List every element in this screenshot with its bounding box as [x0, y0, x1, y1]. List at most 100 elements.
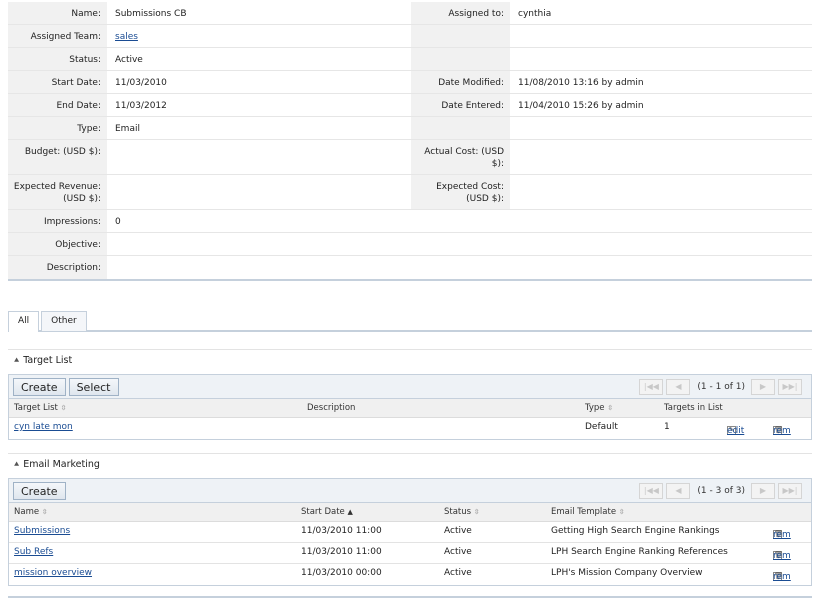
- first-page-icon[interactable]: |◀◀: [639, 379, 664, 395]
- detail-row-expected: Expected Revenue: (USD $): Expected Cost…: [8, 175, 812, 210]
- select-target-list-button[interactable]: Select: [68, 377, 119, 396]
- field-label: Description:: [8, 256, 107, 279]
- email-marketing-name-link[interactable]: mission overview: [14, 568, 92, 578]
- field-label: Assigned to:: [411, 2, 510, 24]
- prev-page-icon[interactable]: ◀: [666, 483, 691, 499]
- field-label: End Date:: [8, 94, 107, 116]
- field-value-type: Email: [115, 124, 140, 134]
- field-value-empty: [510, 48, 812, 70]
- page-count: (1 - 1 of 1): [697, 382, 745, 392]
- start-date: 11/03/2010 11:00: [301, 547, 382, 557]
- column-header-status[interactable]: Status ⇳: [444, 507, 480, 517]
- field-label: Name:: [8, 2, 107, 24]
- start-date: 11/03/2010 11:00: [301, 526, 382, 536]
- table-row: Submissions 11/03/2010 11:00 Active Gett…: [9, 522, 811, 543]
- table-row: Sub Refs 11/03/2010 11:00 Active LPH Sea…: [9, 543, 811, 564]
- create-target-list-button[interactable]: Create: [13, 377, 66, 396]
- field-label-empty: [411, 117, 510, 139]
- detail-row-name: Name: Submissions CB Assigned to: cynthi…: [8, 2, 812, 25]
- email-template: LPH's Mission Company Overview: [551, 568, 703, 578]
- sort-arrows-icon: ⇳: [41, 508, 48, 516]
- detail-row-end-date: End Date: 11/03/2012 Date Entered: 11/04…: [8, 94, 812, 117]
- pagination: |◀◀ ◀ (1 - 3 of 3) ▶ ▶▶|: [639, 483, 805, 499]
- column-header-targets-in-list: Targets in List: [664, 403, 723, 413]
- detail-row-type: Type: Email: [8, 117, 812, 140]
- field-value-status: Active: [115, 55, 143, 65]
- double-chevron-up-icon[interactable]: ⯅: [13, 460, 20, 470]
- email-marketing-name-link[interactable]: Sub Refs: [14, 547, 53, 557]
- target-list-table-header: Target List ⇳ Description Type ⇳ Targets…: [9, 399, 811, 418]
- field-value-expected-revenue: [107, 175, 411, 209]
- field-label: Expected Cost: (USD $):: [411, 175, 510, 209]
- field-value-expected-cost: [510, 175, 812, 209]
- field-value-name: Submissions CB: [115, 9, 187, 19]
- next-page-icon[interactable]: ▶: [751, 379, 775, 395]
- email-template: Getting High Search Engine Rankings: [551, 526, 720, 536]
- target-list-type: Default: [585, 422, 618, 432]
- column-header-email-template[interactable]: Email Template ⇳: [551, 507, 625, 517]
- field-value-empty: [510, 117, 812, 139]
- detail-row-start-date: Start Date: 11/03/2010 Date Modified: 11…: [8, 71, 812, 94]
- email-marketing-name-link[interactable]: Submissions: [14, 526, 70, 536]
- status: Active: [444, 568, 472, 578]
- sort-arrows-icon: ⇳: [618, 508, 625, 516]
- table-row: cyn late mon Default 1 ✎ edit 🗑 rem: [14, 422, 791, 436]
- field-label: Type:: [8, 117, 107, 139]
- record-detail-table: Name: Submissions CB Assigned to: cynthi…: [8, 2, 812, 281]
- email-marketing-table-header: Name ⇳ Start Date ▲ Status ⇳ Email Templ…: [9, 503, 811, 522]
- start-date: 11/03/2010 00:00: [301, 568, 382, 578]
- field-label: Assigned Team:: [8, 25, 107, 47]
- next-page-icon[interactable]: ▶: [751, 483, 775, 499]
- status: Active: [444, 526, 472, 536]
- field-label: Start Date:: [8, 71, 107, 93]
- tab-all[interactable]: All: [8, 311, 40, 332]
- divider: [8, 596, 812, 598]
- column-header-name[interactable]: Name ⇳: [14, 507, 48, 517]
- field-value-budget: [107, 140, 411, 174]
- last-page-icon[interactable]: ▶▶|: [778, 483, 802, 499]
- sort-up-icon: ▲: [347, 508, 353, 516]
- sort-arrows-icon: ⇳: [473, 508, 480, 516]
- field-value-date-entered: 11/04/2010 15:26 by admin: [518, 101, 644, 111]
- field-label-empty: [411, 25, 510, 47]
- detail-row-description: Description:: [8, 256, 812, 279]
- targets-in-list-count: 1: [664, 422, 670, 432]
- tab-other[interactable]: Other: [41, 311, 87, 331]
- target-list-panel: Create Select |◀◀ ◀ (1 - 1 of 1) ▶ ▶▶| T…: [8, 374, 812, 440]
- field-value-date-modified: 11/08/2010 13:16 by admin: [518, 78, 644, 88]
- email-marketing-title: Email Marketing: [23, 459, 100, 470]
- target-list-title: Target List: [23, 355, 73, 366]
- create-email-marketing-button[interactable]: Create: [13, 481, 66, 500]
- email-marketing-header[interactable]: ⯅ Email Marketing: [8, 453, 812, 475]
- column-header-type[interactable]: Type ⇳: [585, 403, 613, 413]
- first-page-icon[interactable]: |◀◀: [639, 483, 664, 499]
- column-header-start-date[interactable]: Start Date ▲: [301, 507, 353, 517]
- detail-row-budget: Budget: (USD $): Actual Cost: (USD $):: [8, 140, 812, 175]
- field-value-empty: [510, 25, 812, 47]
- column-header-target-list[interactable]: Target List ⇳: [14, 403, 66, 413]
- field-value-objective: [107, 233, 812, 255]
- target-list-name-link[interactable]: cyn late mon: [14, 422, 73, 432]
- double-chevron-up-icon[interactable]: ⯅: [13, 356, 20, 366]
- field-label: Expected Revenue: (USD $):: [8, 175, 107, 209]
- sort-arrows-icon: ⇳: [607, 404, 614, 412]
- detail-row-impressions: Impressions: 0: [8, 210, 812, 233]
- status: Active: [444, 547, 472, 557]
- detail-row-objective: Objective:: [8, 233, 812, 256]
- field-value-actual-cost: [510, 140, 812, 174]
- last-page-icon[interactable]: ▶▶|: [778, 379, 802, 395]
- assigned-team-link[interactable]: sales: [115, 32, 138, 42]
- target-list-toolbar: Create Select |◀◀ ◀ (1 - 1 of 1) ▶ ▶▶|: [9, 375, 811, 399]
- email-template: LPH Search Engine Ranking References: [551, 547, 728, 557]
- pagination: |◀◀ ◀ (1 - 1 of 1) ▶ ▶▶|: [639, 379, 805, 395]
- field-value-end-date: 11/03/2012: [115, 101, 167, 111]
- field-label-empty: [411, 48, 510, 70]
- subpanel-tabs: All Other: [8, 311, 812, 332]
- detail-row-team: Assigned Team: sales: [8, 25, 812, 48]
- prev-page-icon[interactable]: ◀: [666, 379, 691, 395]
- target-list-header[interactable]: ⯅ Target List: [8, 349, 812, 371]
- email-marketing-panel: Create |◀◀ ◀ (1 - 3 of 3) ▶ ▶▶| Name ⇳ S…: [8, 478, 812, 586]
- field-label: Objective:: [8, 233, 107, 255]
- field-label: Budget: (USD $):: [8, 140, 107, 174]
- email-marketing-toolbar: Create |◀◀ ◀ (1 - 3 of 3) ▶ ▶▶|: [9, 479, 811, 503]
